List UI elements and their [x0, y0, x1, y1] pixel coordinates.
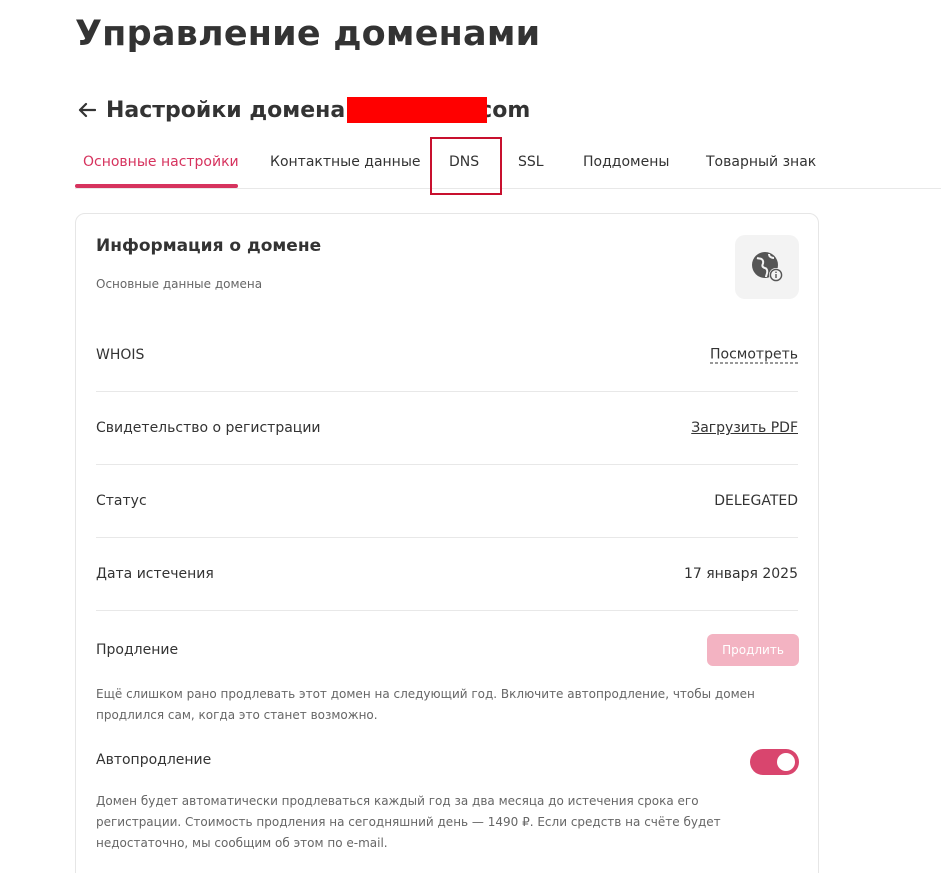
toggle-knob [777, 753, 795, 771]
back-arrow-icon[interactable] [78, 102, 96, 118]
active-tab-indicator [75, 184, 238, 188]
whois-view-link[interactable]: Посмотреть [710, 347, 798, 364]
domain-info-card: Информация о домене Основные данные доме… [75, 213, 819, 873]
redaction-bar [347, 97, 488, 123]
row-expiration: Дата истечения 17 января 2025 [96, 538, 798, 611]
card-title: Информация о домене [96, 236, 322, 256]
expiration-value: 17 января 2025 [683, 566, 798, 582]
autorenew-label: Автопродление [96, 752, 212, 768]
tab-subdomains[interactable]: Поддомены [583, 154, 669, 170]
autorenew-note: Домен будет автоматически продлеваться к… [96, 794, 721, 850]
page-title: Управление доменами [75, 14, 541, 54]
domain-title: Настройки домена com [106, 97, 530, 123]
tab-ssl[interactable]: SSL [518, 154, 544, 170]
status-label: Статус [96, 493, 147, 509]
renewal-note: Ещё слишком рано продлевать этот домен н… [96, 687, 755, 722]
expiration-label: Дата истечения [96, 566, 214, 582]
status-value: DELEGATED [714, 493, 798, 509]
domain-header: Настройки домена com [78, 95, 530, 125]
row-certificate: Свидетельство о регистрации Загрузить PD… [96, 392, 798, 465]
tab-basic-settings[interactable]: Основные настройки [83, 154, 239, 170]
dns-highlight-box [430, 137, 502, 195]
globe-info-icon [735, 235, 799, 299]
row-status: Статус DELEGATED [96, 465, 798, 538]
download-pdf-link[interactable]: Загрузить PDF [691, 420, 798, 436]
domain-title-prefix: Настройки домена [106, 97, 346, 123]
card-subtitle: Основные данные домена [96, 277, 263, 291]
autorenew-toggle[interactable] [750, 749, 799, 775]
certificate-label: Свидетельство о регистрации [96, 420, 321, 436]
tab-bar: Основные настройки Контактные данные DNS… [75, 137, 941, 195]
tab-trademark[interactable]: Товарный знак [706, 154, 816, 170]
tab-contact-data[interactable]: Контактные данные [270, 154, 421, 170]
whois-label: WHOIS [96, 347, 145, 363]
renewal-label: Продление [96, 642, 179, 658]
row-whois: WHOIS Посмотреть [96, 319, 798, 392]
renew-button[interactable]: Продлить [707, 634, 799, 666]
